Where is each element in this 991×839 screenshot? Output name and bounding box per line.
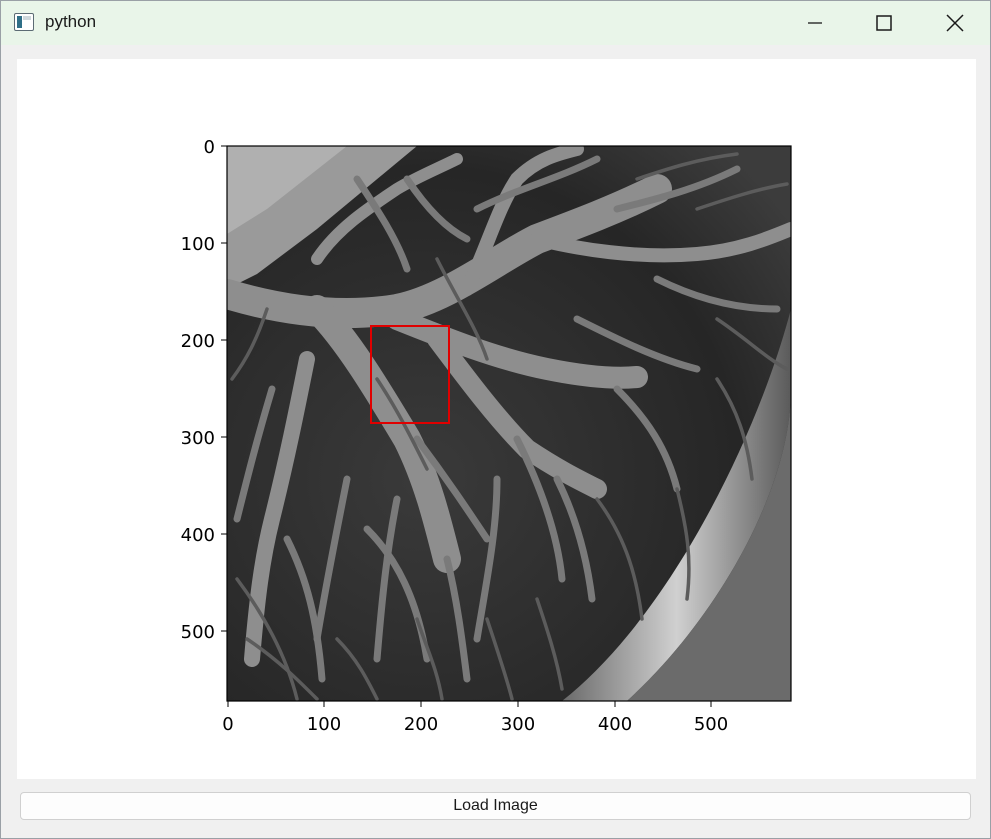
y-tick-label: 400 — [181, 525, 215, 546]
plot-svg: 0 100 200 300 400 500 0 100 200 300 400 … — [181, 137, 792, 735]
close-button[interactable] — [932, 1, 978, 45]
x-axis — [227, 701, 712, 707]
grayscale-vessel-image — [227, 146, 791, 701]
y-tick-label: 200 — [181, 331, 215, 352]
x-tick-label: 100 — [307, 714, 341, 735]
app-icon — [14, 13, 34, 31]
x-tick-label: 0 — [222, 714, 233, 735]
app-window: python 0 100 200 300 400 500 0 100 200 3… — [0, 0, 991, 839]
y-tick-label: 0 — [204, 137, 215, 158]
load-image-button[interactable]: Load Image — [20, 792, 971, 820]
figure-canvas[interactable]: 0 100 200 300 400 500 0 100 200 300 400 … — [17, 59, 976, 779]
x-tick-label: 200 — [404, 714, 438, 735]
x-tick-label: 300 — [501, 714, 535, 735]
maximize-icon — [876, 15, 892, 31]
x-tick-label: 400 — [598, 714, 632, 735]
x-tick-label: 500 — [694, 714, 728, 735]
y-tick-label: 100 — [181, 234, 215, 255]
minimize-button[interactable] — [792, 1, 838, 45]
y-axis — [221, 145, 227, 632]
title-bar[interactable]: python — [1, 1, 990, 45]
close-icon — [946, 14, 964, 32]
window-title: python — [45, 12, 97, 31]
maximize-button[interactable] — [861, 1, 907, 45]
y-tick-label: 500 — [181, 622, 215, 643]
y-tick-label: 300 — [181, 428, 215, 449]
minimize-icon — [808, 22, 822, 24]
